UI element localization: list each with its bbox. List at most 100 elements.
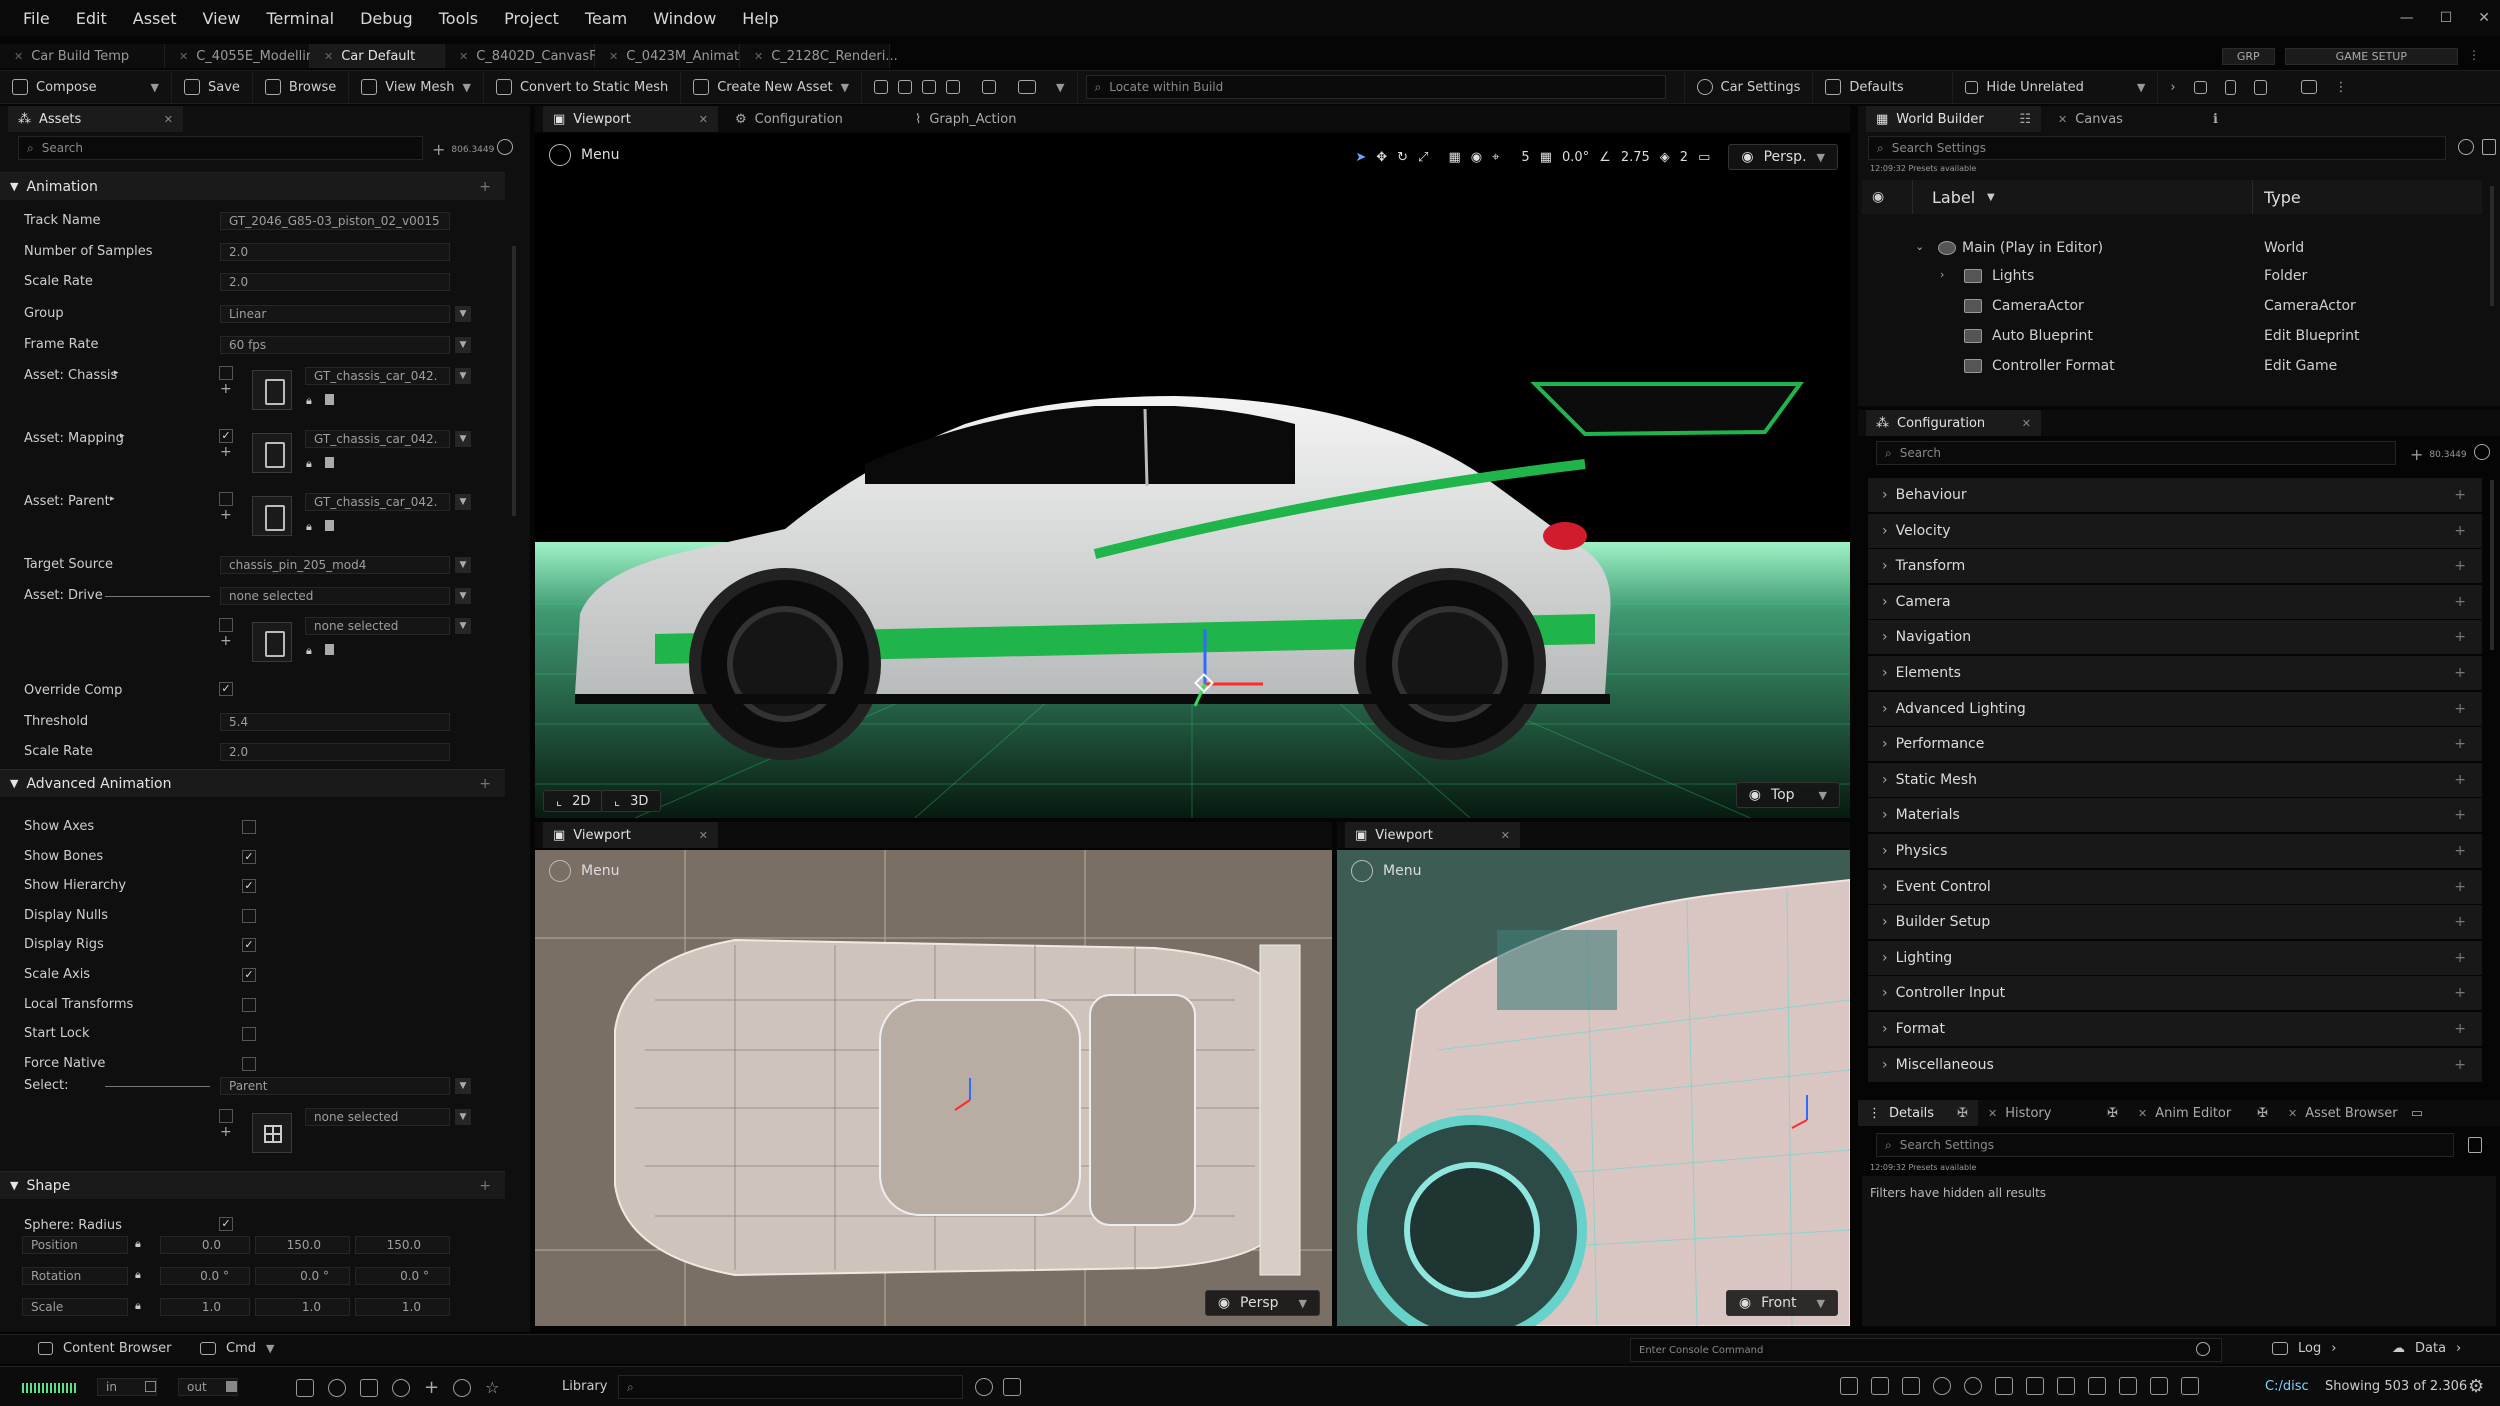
doc-tab[interactable]: ✕ C_2128C_Renderi... [740, 44, 898, 68]
view-front-dropdown[interactable]: ◉ Front ▼ [1725, 1290, 1838, 1316]
plus-icon[interactable]: + [220, 1124, 232, 1140]
tab-world-builder[interactable]: ▦ World Builder ☷ [1866, 106, 2041, 132]
camera-icon[interactable] [1018, 80, 1037, 94]
close-icon[interactable]: ✕ [2022, 417, 2031, 430]
viewport-menu-button[interactable]: Menu [549, 144, 619, 166]
scrollbar[interactable] [512, 246, 516, 516]
config-section[interactable]: › Camera + [1868, 584, 2482, 619]
plus-icon[interactable]: + [2454, 985, 2466, 1001]
front-wireframe-viewport[interactable]: Menu ◉ Front ▼ [1337, 850, 1850, 1326]
threshold-field[interactable]: 5.4 [220, 713, 450, 731]
close-icon[interactable]: ✕ [1988, 1107, 1997, 1120]
hide-unrelated-toggle[interactable]: Hide Unrelated ▼ [1953, 70, 2159, 104]
plus-icon[interactable]: + [2454, 772, 2466, 788]
tab-history[interactable]: ✕ History ✠ [1978, 1100, 2128, 1126]
chevron-down-icon[interactable]: ▼ [455, 1109, 471, 1125]
group-select[interactable]: Linear [220, 305, 450, 323]
view-top-dropdown[interactable]: ◉ Top ▼ [1735, 782, 1840, 808]
chevron-down-icon[interactable]: ▼ [1056, 81, 1064, 94]
scale-z[interactable]: 1.0 [355, 1298, 450, 1316]
advanced-animation-section-header[interactable]: ▼ Advanced Animation + [0, 769, 505, 797]
compose-button[interactable]: Compose ▼ [0, 70, 172, 104]
calculator-icon[interactable] [2482, 139, 2496, 155]
menu-edit[interactable]: Edit [76, 9, 107, 28]
lock-icon[interactable]: 🔒︎ [306, 644, 312, 658]
play-icon[interactable] [922, 80, 937, 94]
close-icon[interactable]: ✕ [179, 50, 188, 63]
plus-icon[interactable]: + [2454, 487, 2466, 503]
config-section[interactable]: › Velocity + [1868, 513, 2482, 548]
select-checkbox[interactable] [219, 1109, 233, 1123]
position-y[interactable]: 150.0 [255, 1236, 350, 1254]
config-section[interactable]: › Behaviour + [1868, 478, 2482, 512]
close-icon[interactable]: ✕ [699, 829, 708, 842]
tab-configuration[interactable]: ⚙ Configuration [725, 106, 853, 132]
tab-details[interactable]: ⋮ Details ✠ [1858, 1100, 1978, 1126]
chevron-down-icon[interactable]: ▼ [1987, 192, 1995, 203]
persp-dropdown[interactable]: ◉ Persp. ▼ [1728, 144, 1838, 170]
menu-help[interactable]: Help [742, 9, 778, 28]
viewport-br-menu-button[interactable]: Menu [1351, 860, 1421, 882]
circle-icon[interactable] [453, 1378, 472, 1397]
chevron-down-icon[interactable]: ▼ [455, 368, 471, 384]
drive-thumbnail[interactable] [252, 622, 292, 662]
view-mesh-button[interactable]: View Mesh ▼ [349, 70, 484, 104]
info-icon[interactable]: ℹ [2213, 112, 2218, 127]
menu-file[interactable]: File [23, 9, 50, 28]
refresh-icon[interactable] [2474, 444, 2490, 460]
advanced-option-checkbox[interactable] [242, 1057, 256, 1071]
network-icon[interactable] [2057, 1377, 2075, 1395]
close-icon[interactable]: ✕ [699, 113, 708, 126]
chevron-right-icon[interactable]: › [1940, 268, 1944, 281]
content-browser-button[interactable]: Content Browser [38, 1341, 172, 1356]
plus-icon[interactable]: + [2454, 558, 2466, 574]
close-icon[interactable]: ✕ [14, 50, 23, 63]
config-section[interactable]: › Elements + [1868, 656, 2482, 690]
settings-icon[interactable] [2196, 1342, 2210, 1356]
more-icon[interactable]: ⋮ [2335, 80, 2348, 95]
camera-speed-value[interactable]: 2 [1680, 150, 1688, 165]
phone-icon[interactable] [2224, 79, 2236, 95]
chevron-down-icon[interactable]: ▼ [455, 618, 471, 634]
tab-viewport[interactable]: ▣ Viewport ✕ [543, 106, 718, 132]
star-icon[interactable]: ☆ [485, 1378, 499, 1397]
animation-section-header[interactable]: ▼ Animation + [0, 172, 505, 200]
advanced-option-checkbox[interactable] [242, 909, 256, 923]
convert-static-mesh-button[interactable]: Convert to Static Mesh [484, 70, 682, 104]
advanced-option-checkbox[interactable] [242, 998, 256, 1012]
advanced-option-checkbox[interactable]: ✓ [242, 968, 256, 982]
mapping-checkbox[interactable]: ✓ [219, 429, 233, 443]
plus-icon[interactable]: + [220, 381, 232, 397]
close-icon[interactable]: ✕ [2138, 1107, 2147, 1120]
menu-window[interactable]: Window [653, 9, 716, 28]
plus-icon[interactable]: + [2454, 843, 2466, 859]
menu-debug[interactable]: Debug [360, 9, 413, 28]
position-dropdown[interactable]: Position [22, 1236, 128, 1254]
scale-dropdown[interactable]: Scale [22, 1298, 128, 1316]
refresh-icon[interactable] [497, 139, 513, 155]
rotation-y[interactable]: 0.0 ° [255, 1267, 350, 1285]
mapping-select[interactable]: GT_chassis_car_042. [305, 430, 450, 448]
config-section[interactable]: › Miscellaneous + [1868, 1047, 2482, 1082]
maximize-icon[interactable]: ☐ [2440, 10, 2453, 26]
tree-row[interactable]: CameraActor CameraActor [1858, 292, 2488, 322]
tab-graph-action[interactable]: ⌇ Graph_Action [905, 106, 1026, 132]
plus-icon[interactable]: + [2454, 665, 2466, 681]
position-x[interactable]: 0.0 [160, 1236, 250, 1254]
advanced-option-checkbox[interactable] [242, 820, 256, 834]
plus-icon[interactable]: + [2454, 807, 2466, 823]
select-dropdown[interactable]: Parent [220, 1077, 450, 1095]
refresh-icon[interactable] [975, 1378, 993, 1396]
select-dropdown-2[interactable]: none selected [305, 1108, 450, 1126]
trash-icon[interactable] [325, 457, 334, 468]
chevron-right-icon[interactable]: › [2170, 80, 2175, 95]
minimize-icon[interactable]: — [2400, 10, 2414, 26]
sphere-radius-checkbox[interactable]: ✓ [219, 1217, 233, 1231]
tree-row[interactable]: › Lights Folder [1858, 262, 2488, 292]
config-section[interactable]: › Static Mesh + [1868, 762, 2482, 797]
chassis-select[interactable]: GT_chassis_car_042. [305, 367, 450, 385]
close-icon[interactable]: ✕ [2288, 1107, 2297, 1120]
tree-row[interactable]: Auto Blueprint Edit Blueprint [1858, 322, 2488, 352]
pause-icon[interactable] [898, 80, 913, 94]
chevron-down-icon[interactable]: ▼ [455, 494, 471, 510]
